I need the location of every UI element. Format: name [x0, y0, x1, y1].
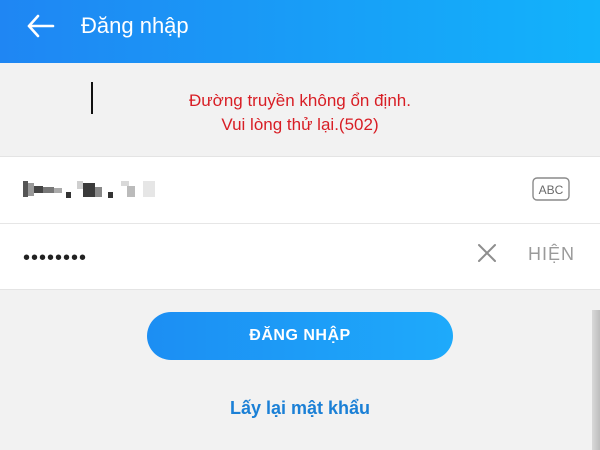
- forgot-password-link[interactable]: Lấy lại mật khẩu: [0, 396, 600, 420]
- page-title: Đăng nhập: [81, 13, 189, 38]
- arrow-left-icon: [27, 14, 55, 38]
- password-input[interactable]: [23, 245, 203, 271]
- username-row: [0, 157, 600, 223]
- login-form: [0, 156, 600, 290]
- username-input[interactable]: [23, 178, 163, 202]
- keyboard-toggle-label: ABC: [539, 183, 564, 197]
- close-icon: [478, 244, 496, 262]
- text-cursor: [91, 82, 93, 114]
- show-password-button[interactable]: HIỆN: [528, 243, 575, 265]
- app-header: Đăng nhập: [0, 0, 600, 63]
- password-row: [0, 223, 600, 289]
- clear-password-button[interactable]: [474, 240, 500, 266]
- keyboard-abc-icon: ABC: [532, 177, 570, 201]
- error-line-1: Đường truyền không ổn định.: [189, 91, 411, 110]
- back-button[interactable]: [22, 12, 60, 50]
- error-line-2: Vui lòng thử lại.(502): [221, 115, 379, 134]
- keyboard-toggle-button[interactable]: ABC: [532, 177, 570, 201]
- error-message: Đường truyền không ổn định. Vui lòng thử…: [0, 89, 600, 137]
- login-button[interactable]: ĐĂNG NHẬP: [147, 312, 453, 360]
- side-edge: [592, 310, 600, 450]
